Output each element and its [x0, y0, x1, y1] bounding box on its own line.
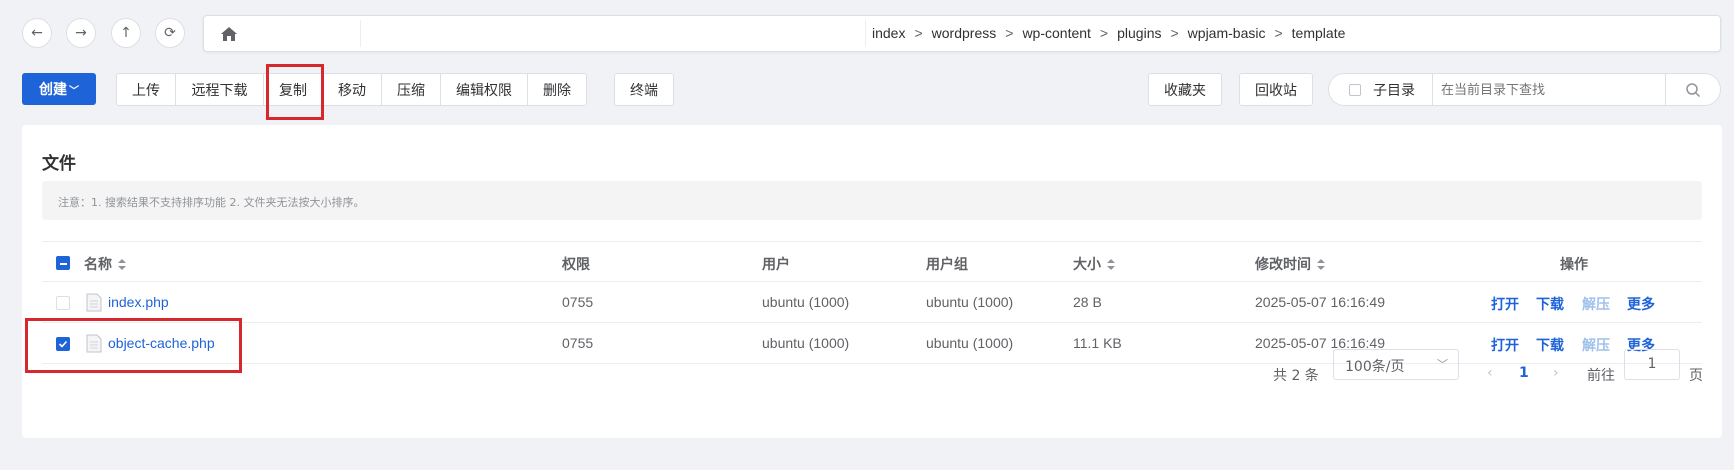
header-user: 用户 — [762, 257, 790, 273]
table-header: 名称 权限 用户 用户组 大小 修改时间 操作 — [42, 241, 1702, 282]
search-icon[interactable] — [1685, 82, 1701, 98]
more-link[interactable]: 更多 — [1627, 294, 1655, 314]
open-link[interactable]: 打开 — [1491, 294, 1519, 314]
chevron-down-icon: ﹀ — [1437, 358, 1448, 371]
header-perm: 权限 — [562, 257, 590, 273]
file-user: ubuntu (1000) — [762, 294, 850, 310]
file-size: 28 B — [1073, 294, 1102, 310]
sort-icon — [1107, 259, 1115, 270]
table-row: index.php 0755 ubuntu (1000) ubuntu (100… — [42, 282, 1702, 323]
row-checkbox[interactable] — [56, 296, 70, 310]
favorites-button[interactable]: 收藏夹 — [1148, 73, 1222, 106]
refresh-button[interactable]: ⟳ — [155, 18, 185, 48]
extract-link[interactable]: 解压 — [1582, 294, 1610, 314]
breadcrumb: index > wordpress > wp-content > plugins > wpjam… — [872, 25, 1346, 41]
highlight-box — [25, 318, 242, 373]
page-title: 文件 — [42, 154, 76, 174]
breadcrumb-item[interactable]: wpjam-basic — [1188, 25, 1266, 41]
file-name-link[interactable]: index.php — [108, 294, 169, 310]
file-perm: 0755 — [562, 335, 594, 351]
sort-icon — [118, 259, 126, 270]
prev-page-button[interactable]: ‹ — [1487, 365, 1493, 381]
download-link[interactable]: 下载 — [1536, 294, 1564, 314]
page-suffix: 页 — [1689, 368, 1703, 384]
home-icon[interactable] — [220, 26, 238, 42]
address-segment-blank[interactable] — [361, 20, 866, 47]
download-link[interactable]: 下载 — [1536, 335, 1564, 355]
refresh-icon: ⟳ — [164, 25, 176, 41]
address-bar[interactable]: index > wordpress > wp-content > plugins > wpjam… — [203, 15, 1721, 52]
move-button[interactable]: 移动 — [322, 73, 382, 106]
up-button[interactable]: ↑ — [111, 18, 141, 48]
file-action-group: 上传 远程下载 复制 移动 压缩 编辑权限 删除 — [116, 73, 587, 106]
search-input[interactable] — [1441, 80, 1651, 100]
notice-bar: 注意：1. 搜索结果不支持排序功能 2. 文件夹无法按大小排序。 — [42, 181, 1702, 220]
file-size: 11.1 KB — [1073, 335, 1122, 351]
arrow-right-icon: → — [75, 25, 87, 41]
breadcrumb-item[interactable]: template — [1292, 25, 1346, 41]
next-page-button[interactable]: › — [1553, 365, 1559, 381]
remote-download-button[interactable]: 远程下载 — [175, 73, 264, 106]
chevron-down-icon: ﹀ — [69, 85, 79, 97]
header-actions: 操作 — [1560, 257, 1588, 273]
file-mtime: 2025-05-07 16:16:49 — [1255, 294, 1385, 310]
file-group: ubuntu (1000) — [926, 335, 1014, 351]
subdir-checkbox[interactable] — [1349, 83, 1361, 96]
upload-button[interactable]: 上传 — [116, 73, 176, 106]
highlight-box — [266, 64, 324, 120]
pagination-total: 共 2 条 — [1273, 368, 1319, 384]
terminal-button[interactable]: 终端 — [614, 73, 674, 106]
page-number-current[interactable]: 1 — [1519, 365, 1529, 381]
page-size-select[interactable]: 100条/页 ﹀ — [1333, 349, 1459, 380]
header-name[interactable]: 名称 — [84, 254, 126, 274]
goto-page-input[interactable]: 1 — [1624, 349, 1680, 380]
breadcrumb-item[interactable]: index — [872, 25, 905, 41]
header-group: 用户组 — [926, 257, 968, 273]
file-perm: 0755 — [562, 294, 594, 310]
header-size[interactable]: 大小 — [1073, 254, 1115, 274]
file-user: ubuntu (1000) — [762, 335, 850, 351]
arrow-left-icon: ← — [31, 25, 43, 41]
file-card: 文件 注意：1. 搜索结果不支持排序功能 2. 文件夹无法按大小排序。 名称 权… — [22, 125, 1722, 438]
compress-button[interactable]: 压缩 — [381, 73, 441, 106]
back-button[interactable]: ← — [22, 18, 52, 48]
open-link[interactable]: 打开 — [1491, 335, 1519, 355]
search-box: 子目录 — [1328, 73, 1721, 106]
address-segment-blank[interactable] — [246, 20, 361, 47]
forward-button[interactable]: → — [66, 18, 96, 48]
select-all-checkbox[interactable] — [56, 256, 70, 270]
breadcrumb-item[interactable]: wp-content — [1022, 25, 1090, 41]
breadcrumb-item[interactable]: wordpress — [932, 25, 997, 41]
file-group: ubuntu (1000) — [926, 294, 1014, 310]
header-mtime[interactable]: 修改时间 — [1255, 254, 1325, 274]
subdir-label: 子目录 — [1373, 82, 1415, 99]
edit-permission-button[interactable]: 编辑权限 — [440, 73, 528, 106]
sort-icon — [1317, 259, 1325, 270]
extract-link[interactable]: 解压 — [1582, 335, 1610, 355]
create-button[interactable]: 创建 ﹀ — [22, 73, 96, 105]
recycle-bin-button[interactable]: 回收站 — [1239, 73, 1313, 106]
arrow-up-icon: ↑ — [120, 25, 132, 41]
file-icon — [86, 293, 102, 312]
breadcrumb-item[interactable]: plugins — [1117, 25, 1161, 41]
goto-label: 前往 — [1587, 368, 1615, 384]
delete-button[interactable]: 删除 — [527, 73, 587, 106]
